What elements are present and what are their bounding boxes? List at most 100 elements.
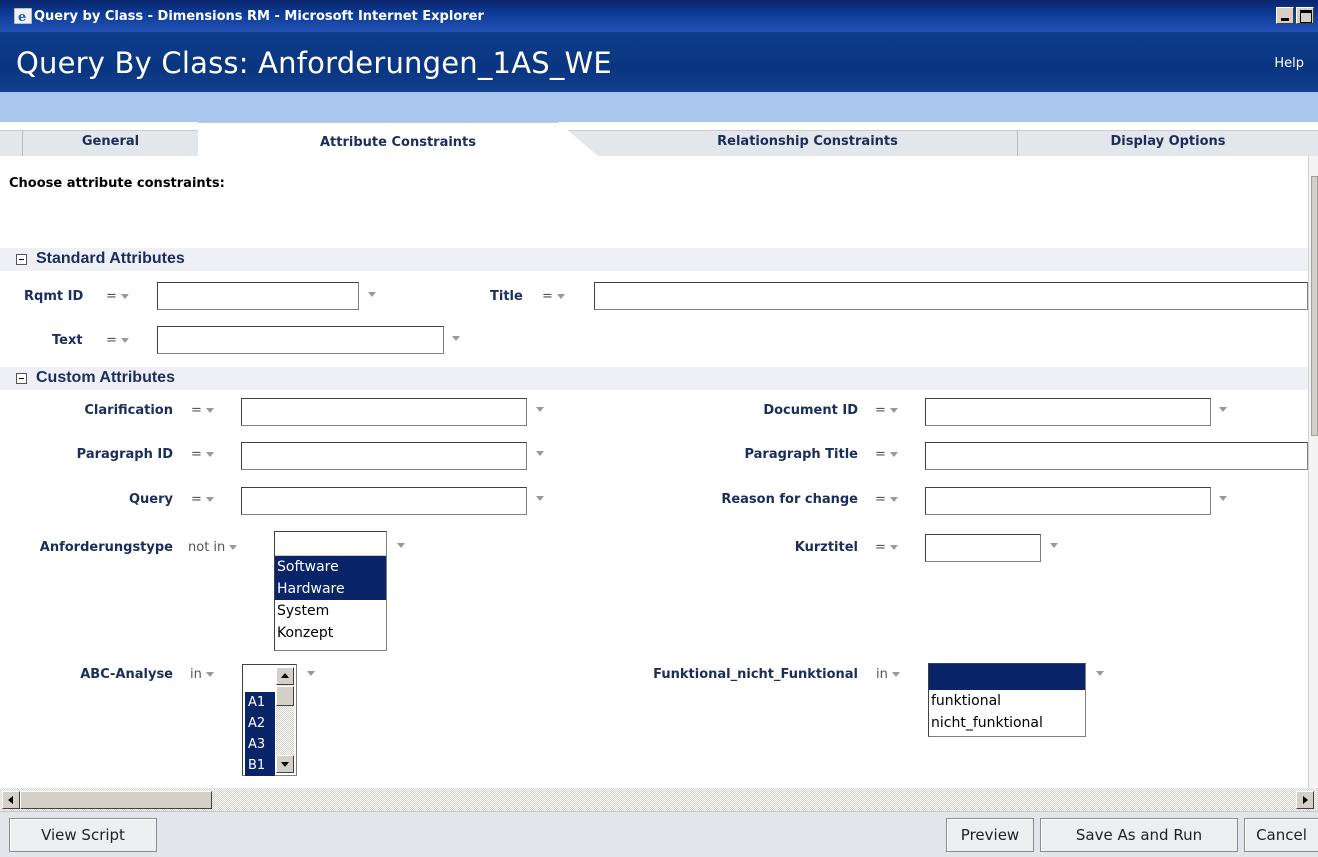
section-standard-attributes[interactable]: Standard Attributes: [0, 248, 1308, 271]
dropdown-arrow-icon: [205, 452, 214, 457]
anforderungstype-label: Anforderungstype: [39, 540, 173, 555]
window-title: Query by Class - Dimensions RM - Microso…: [34, 9, 484, 24]
dropdown-arrow-icon[interactable]: [1050, 543, 1058, 548]
option-hardware[interactable]: Hardware: [275, 578, 386, 600]
rqmt-id-operator[interactable]: =: [106, 289, 129, 304]
text-input[interactable]: [157, 326, 444, 354]
dropdown-arrow-icon: [556, 294, 565, 299]
page-title: Query By Class: Anforderungen_1AS_WE: [16, 46, 612, 80]
horizontal-scrollbar[interactable]: [0, 788, 1318, 811]
dropdown-arrow-icon: [205, 672, 214, 677]
app-header: Query By Class: Anforderungen_1AS_WE Hel…: [0, 32, 1318, 92]
abc-analyse-label: ABC-Analyse: [80, 667, 173, 682]
dropdown-arrow-icon[interactable]: [1219, 407, 1227, 412]
text-operator[interactable]: =: [106, 333, 129, 348]
scroll-up-icon: [281, 673, 289, 678]
reason-for-change-input[interactable]: [925, 487, 1211, 515]
paragraph-id-input[interactable]: [241, 442, 527, 470]
dropdown-arrow-icon[interactable]: [452, 336, 460, 341]
dropdown-arrow-icon: [889, 545, 898, 550]
preview-button[interactable]: Preview: [946, 818, 1034, 852]
cancel-button[interactable]: Cancel: [1244, 818, 1318, 852]
anforderungstype-operator[interactable]: not in: [188, 540, 238, 555]
kurztitel-input[interactable]: [925, 534, 1041, 562]
paragraph-title-input[interactable]: [925, 442, 1308, 470]
document-id-input[interactable]: [925, 398, 1211, 426]
scroll-left-button[interactable]: [2, 791, 20, 809]
option-system[interactable]: System: [275, 600, 386, 622]
footer-bar: View Script Preview Save As and Run Canc…: [0, 811, 1318, 857]
dropdown-arrow-icon: [889, 452, 898, 457]
funktional-operator[interactable]: in: [876, 667, 900, 682]
option-empty-selected[interactable]: [929, 664, 1085, 690]
option-nicht-funktional[interactable]: nicht_funktional: [929, 712, 1085, 734]
window-title-bar: e Query by Class - Dimensions RM - Micro…: [0, 0, 1318, 32]
tab-display-options[interactable]: Display Options: [1018, 130, 1318, 156]
option-a3[interactable]: A3: [245, 734, 275, 755]
scroll-up-button[interactable]: [276, 667, 294, 685]
tab-general[interactable]: General: [22, 130, 198, 156]
clarification-label: Clarification: [84, 403, 173, 418]
query-operator[interactable]: =: [191, 492, 214, 507]
instruction-text: Choose attribute constraints:: [9, 176, 225, 191]
option-software[interactable]: Software: [275, 556, 386, 578]
dropdown-arrow-icon[interactable]: [397, 543, 405, 548]
tab-bar: General Relationship Constraints Display…: [0, 122, 1318, 156]
help-link[interactable]: Help: [1274, 56, 1304, 71]
minimize-button[interactable]: [1276, 7, 1294, 24]
option-funktional[interactable]: funktional: [929, 690, 1085, 712]
dropdown-arrow-icon[interactable]: [307, 671, 315, 676]
query-label: Query: [128, 492, 173, 507]
kurztitel-operator[interactable]: =: [875, 540, 898, 555]
anforderungstype-listbox[interactable]: Software Hardware System Konzept: [274, 531, 387, 651]
dropdown-arrow-icon[interactable]: [1219, 496, 1227, 501]
vertical-scrollbar[interactable]: [1308, 156, 1318, 788]
scroll-right-button[interactable]: [1296, 791, 1314, 809]
section-custom-attributes[interactable]: Custom Attributes: [0, 367, 1308, 390]
reason-for-change-operator[interactable]: =: [875, 492, 898, 507]
tab-relationship-constraints[interactable]: Relationship Constraints: [598, 130, 1018, 156]
clarification-operator[interactable]: =: [191, 403, 214, 418]
scroll-down-icon: [281, 762, 289, 767]
paragraph-title-operator[interactable]: =: [875, 447, 898, 462]
dropdown-arrow-icon[interactable]: [1096, 671, 1104, 676]
document-id-operator[interactable]: =: [875, 403, 898, 418]
listbox-empty-option[interactable]: [275, 532, 386, 556]
kurztitel-label: Kurztitel: [794, 540, 858, 555]
operator-text: =: [191, 447, 202, 462]
scroll-right-icon: [1303, 796, 1308, 804]
listbox-scrollbar-thumb[interactable]: [276, 686, 294, 706]
scroll-down-button[interactable]: [276, 755, 294, 773]
rqmt-id-input[interactable]: [157, 282, 359, 310]
dropdown-arrow-icon[interactable]: [536, 407, 544, 412]
abc-analyse-listbox[interactable]: A1 A2 A3 B1: [242, 664, 297, 776]
funktional-listbox[interactable]: funktional nicht_funktional: [928, 663, 1086, 737]
title-input[interactable]: [594, 282, 1308, 310]
collapse-icon[interactable]: [16, 373, 27, 384]
horizontal-scrollbar-thumb[interactable]: [20, 791, 212, 809]
option-konzept[interactable]: Konzept: [275, 622, 386, 644]
dropdown-arrow-icon[interactable]: [536, 496, 544, 501]
maximize-button[interactable]: [1296, 7, 1314, 24]
option-a1[interactable]: A1: [245, 692, 275, 713]
save-as-and-run-button[interactable]: Save As and Run: [1040, 818, 1238, 852]
tab-attribute-constraints[interactable]: Attribute Constraints: [198, 122, 598, 156]
abc-analyse-operator[interactable]: in: [190, 667, 214, 682]
dropdown-arrow-icon[interactable]: [536, 451, 544, 456]
vertical-scrollbar-thumb[interactable]: [1311, 176, 1318, 436]
svg-text:e: e: [18, 10, 26, 24]
query-input[interactable]: [241, 487, 527, 515]
operator-text: =: [875, 492, 886, 507]
scroll-left-icon: [8, 796, 13, 804]
dropdown-arrow-icon: [229, 545, 238, 550]
operator-text: =: [542, 289, 553, 304]
clarification-input[interactable]: [241, 398, 527, 426]
paragraph-id-operator[interactable]: =: [191, 447, 214, 462]
title-operator[interactable]: =: [542, 289, 565, 304]
collapse-icon[interactable]: [16, 254, 27, 265]
operator-text: not in: [188, 540, 226, 555]
dropdown-arrow-icon[interactable]: [368, 292, 376, 297]
option-b1[interactable]: B1: [245, 755, 275, 776]
option-a2[interactable]: A2: [245, 713, 275, 734]
view-script-button[interactable]: View Script: [9, 818, 157, 852]
